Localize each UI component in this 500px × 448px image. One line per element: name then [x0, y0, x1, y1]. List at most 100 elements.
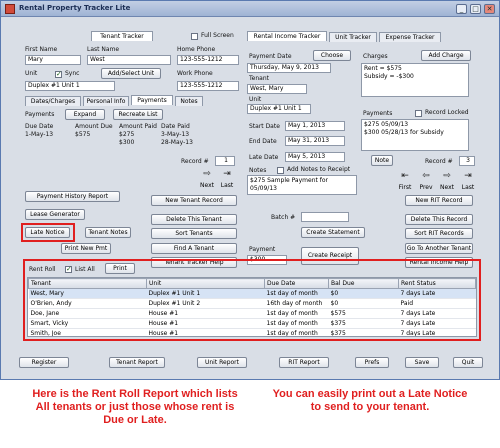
tab-rental-income-tracker[interactable]: Rental Income Tracker [247, 31, 327, 41]
pay-header-date-paid: Date Paid [161, 123, 190, 130]
home-phone-field[interactable]: 123-555-1212 [177, 55, 239, 65]
pay-cell: 3-May-13 [161, 131, 190, 138]
end-date-label: End Date [249, 138, 277, 145]
tenant-notes-button[interactable]: Tenant Notes [85, 227, 131, 238]
save-button[interactable]: Save [405, 357, 439, 368]
last-name-label: Last Name [87, 46, 120, 53]
tab-dates-charges[interactable]: Dates/Charges [25, 96, 81, 106]
charges-box[interactable]: Rent = $575 Subsidy = -$300 [361, 63, 469, 97]
choose-date-button[interactable]: Choose [313, 50, 351, 61]
first-name-field[interactable]: Mary [25, 55, 81, 65]
tab-notes[interactable]: Notes [175, 96, 203, 106]
next-label-income: Next [440, 184, 454, 191]
unit-select[interactable]: Duplex #1 Unit 1 [25, 81, 115, 91]
work-phone-field[interactable]: 123-555-1212 [177, 81, 239, 91]
first-label: First [398, 184, 412, 191]
pay-header-due-date: Due Date [25, 123, 54, 130]
go-to-another-tenant-button[interactable]: Go To Another Tenant [405, 243, 473, 254]
payments-label: Payments [25, 111, 55, 118]
sort-rit-records-button[interactable]: Sort RIT Records [405, 228, 473, 239]
tenant-report-button[interactable]: Tenant Report [109, 357, 165, 368]
last-arrow-icon[interactable]: ⇥ [219, 169, 235, 181]
pay-cell: 1-May-13 [25, 131, 54, 138]
payment-line: $300 05/28/13 for Subsidy [364, 129, 444, 136]
charges-label: Charges [363, 53, 388, 60]
note-button[interactable]: Note [371, 155, 393, 166]
minimize-button[interactable]: _ [456, 4, 467, 14]
end-date-field[interactable]: May 31, 2013 [285, 136, 345, 146]
tenant-label: Tenant [249, 75, 269, 82]
maximize-button[interactable]: □ [470, 4, 481, 14]
last-name-field[interactable]: West [87, 55, 171, 65]
last-label: Last [220, 182, 234, 189]
create-statement-button[interactable]: Create Statement [301, 227, 365, 238]
recreate-list-button[interactable]: Recreate List [113, 109, 163, 120]
record-locked-checkbox[interactable] [415, 110, 422, 117]
unit-report-button[interactable]: Unit Report [197, 357, 247, 368]
pay-header-amount-due: Amount Due [75, 123, 113, 130]
notes-box[interactable]: $275 Sample Payment for 05/09/13 [247, 175, 357, 195]
last-arrow-icon-income[interactable]: ⇥ [460, 171, 476, 183]
caption-late-notice: You can easily print out a Late Notice t… [272, 388, 468, 413]
sync-label: Sync [65, 70, 80, 77]
payment-line: $275 05/09/13 [364, 121, 409, 128]
unit-label: Unit [25, 70, 38, 77]
payment-label: Payment [249, 246, 276, 253]
rit-report-button[interactable]: RIT Report [279, 357, 329, 368]
charge-line: Subsidy = -$300 [364, 73, 414, 80]
expand-button[interactable]: Expand [65, 109, 105, 120]
quit-button[interactable]: Quit [453, 357, 483, 368]
unit-field-income[interactable]: Duplex #1 Unit 1 [247, 104, 311, 114]
sync-checkbox[interactable] [55, 70, 62, 78]
pay-cell: $575 [75, 131, 91, 138]
tab-unit-tracker[interactable]: Unit Tracker [329, 32, 377, 42]
start-date-label: Start Date [249, 123, 280, 130]
tab-expense-tracker[interactable]: Expense Tracker [379, 32, 441, 42]
find-tenant-button[interactable]: Find A Tenant [151, 243, 237, 254]
prefs-button[interactable]: Prefs [355, 357, 389, 368]
next-arrow-icon-income[interactable]: ⇨ [439, 171, 455, 183]
payments-box[interactable]: $275 05/09/13 $300 05/28/13 for Subsidy [361, 119, 469, 151]
title-bar: Rental Property Tracker Lite _ □ ✕ [1, 1, 499, 17]
pay-cell: $275 [119, 131, 135, 138]
register-button[interactable]: Register [19, 357, 69, 368]
payment-history-report-button[interactable]: Payment History Report [25, 191, 120, 202]
add-select-unit-button[interactable]: Add/Select Unit [101, 68, 161, 79]
app-window: Rental Property Tracker Lite _ □ ✕ Tenan… [0, 0, 500, 380]
next-arrow-icon[interactable]: ⇨ [199, 169, 215, 181]
batch-select[interactable] [301, 212, 349, 222]
lease-generator-button[interactable]: Lease Generator [25, 209, 85, 220]
income-record-field[interactable]: 3 [459, 156, 475, 166]
close-button[interactable]: ✕ [484, 4, 495, 14]
record-locked-label: Record Locked [425, 109, 469, 116]
sort-tenants-button[interactable]: Sort Tenants [151, 228, 237, 239]
pay-cell: $300 [119, 139, 135, 146]
add-notes-label: Add Notes to Receipt [287, 166, 351, 173]
add-charge-button[interactable]: Add Charge [421, 50, 471, 61]
late-date-field[interactable]: May 5, 2013 [285, 152, 345, 162]
delete-rit-record-button[interactable]: Delete This Record [405, 214, 473, 225]
tab-personal-info[interactable]: Personal Info [83, 96, 129, 106]
first-arrow-icon[interactable]: ⇤ [397, 171, 413, 183]
full-screen-checkbox[interactable] [191, 33, 198, 40]
late-notice-highlight [21, 223, 75, 242]
add-notes-checkbox[interactable] [277, 167, 284, 174]
new-tenant-record-button[interactable]: New Tenant Record [151, 195, 237, 206]
tab-tenant-tracker[interactable]: Tenant Tracker [91, 31, 153, 41]
first-name-label: First Name [25, 46, 58, 53]
payment-date-label: Payment Date [249, 53, 292, 60]
delete-tenant-button[interactable]: Delete This Tenant [151, 214, 237, 225]
new-rit-record-button[interactable]: New RIT Record [405, 195, 473, 206]
tenant-field[interactable]: West, Mary [247, 84, 307, 94]
late-date-label: Late Date [249, 154, 279, 161]
tenant-record-field[interactable]: 1 [215, 156, 235, 166]
start-date-field[interactable]: May 1, 2013 [285, 121, 345, 131]
home-phone-label: Home Phone [177, 46, 216, 53]
prev-arrow-icon[interactable]: ⇦ [418, 171, 434, 183]
caption-rent-roll: Here is the Rent Roll Report which lists… [32, 388, 238, 426]
print-new-pmt-button[interactable]: Print New Pmt [61, 243, 111, 254]
tab-payments[interactable]: Payments [131, 95, 173, 105]
window-title: Rental Property Tracker Lite [19, 4, 131, 12]
last-label-income: Last [461, 184, 475, 191]
payment-date-field[interactable]: Thursday, May 9, 2013 [247, 63, 331, 73]
